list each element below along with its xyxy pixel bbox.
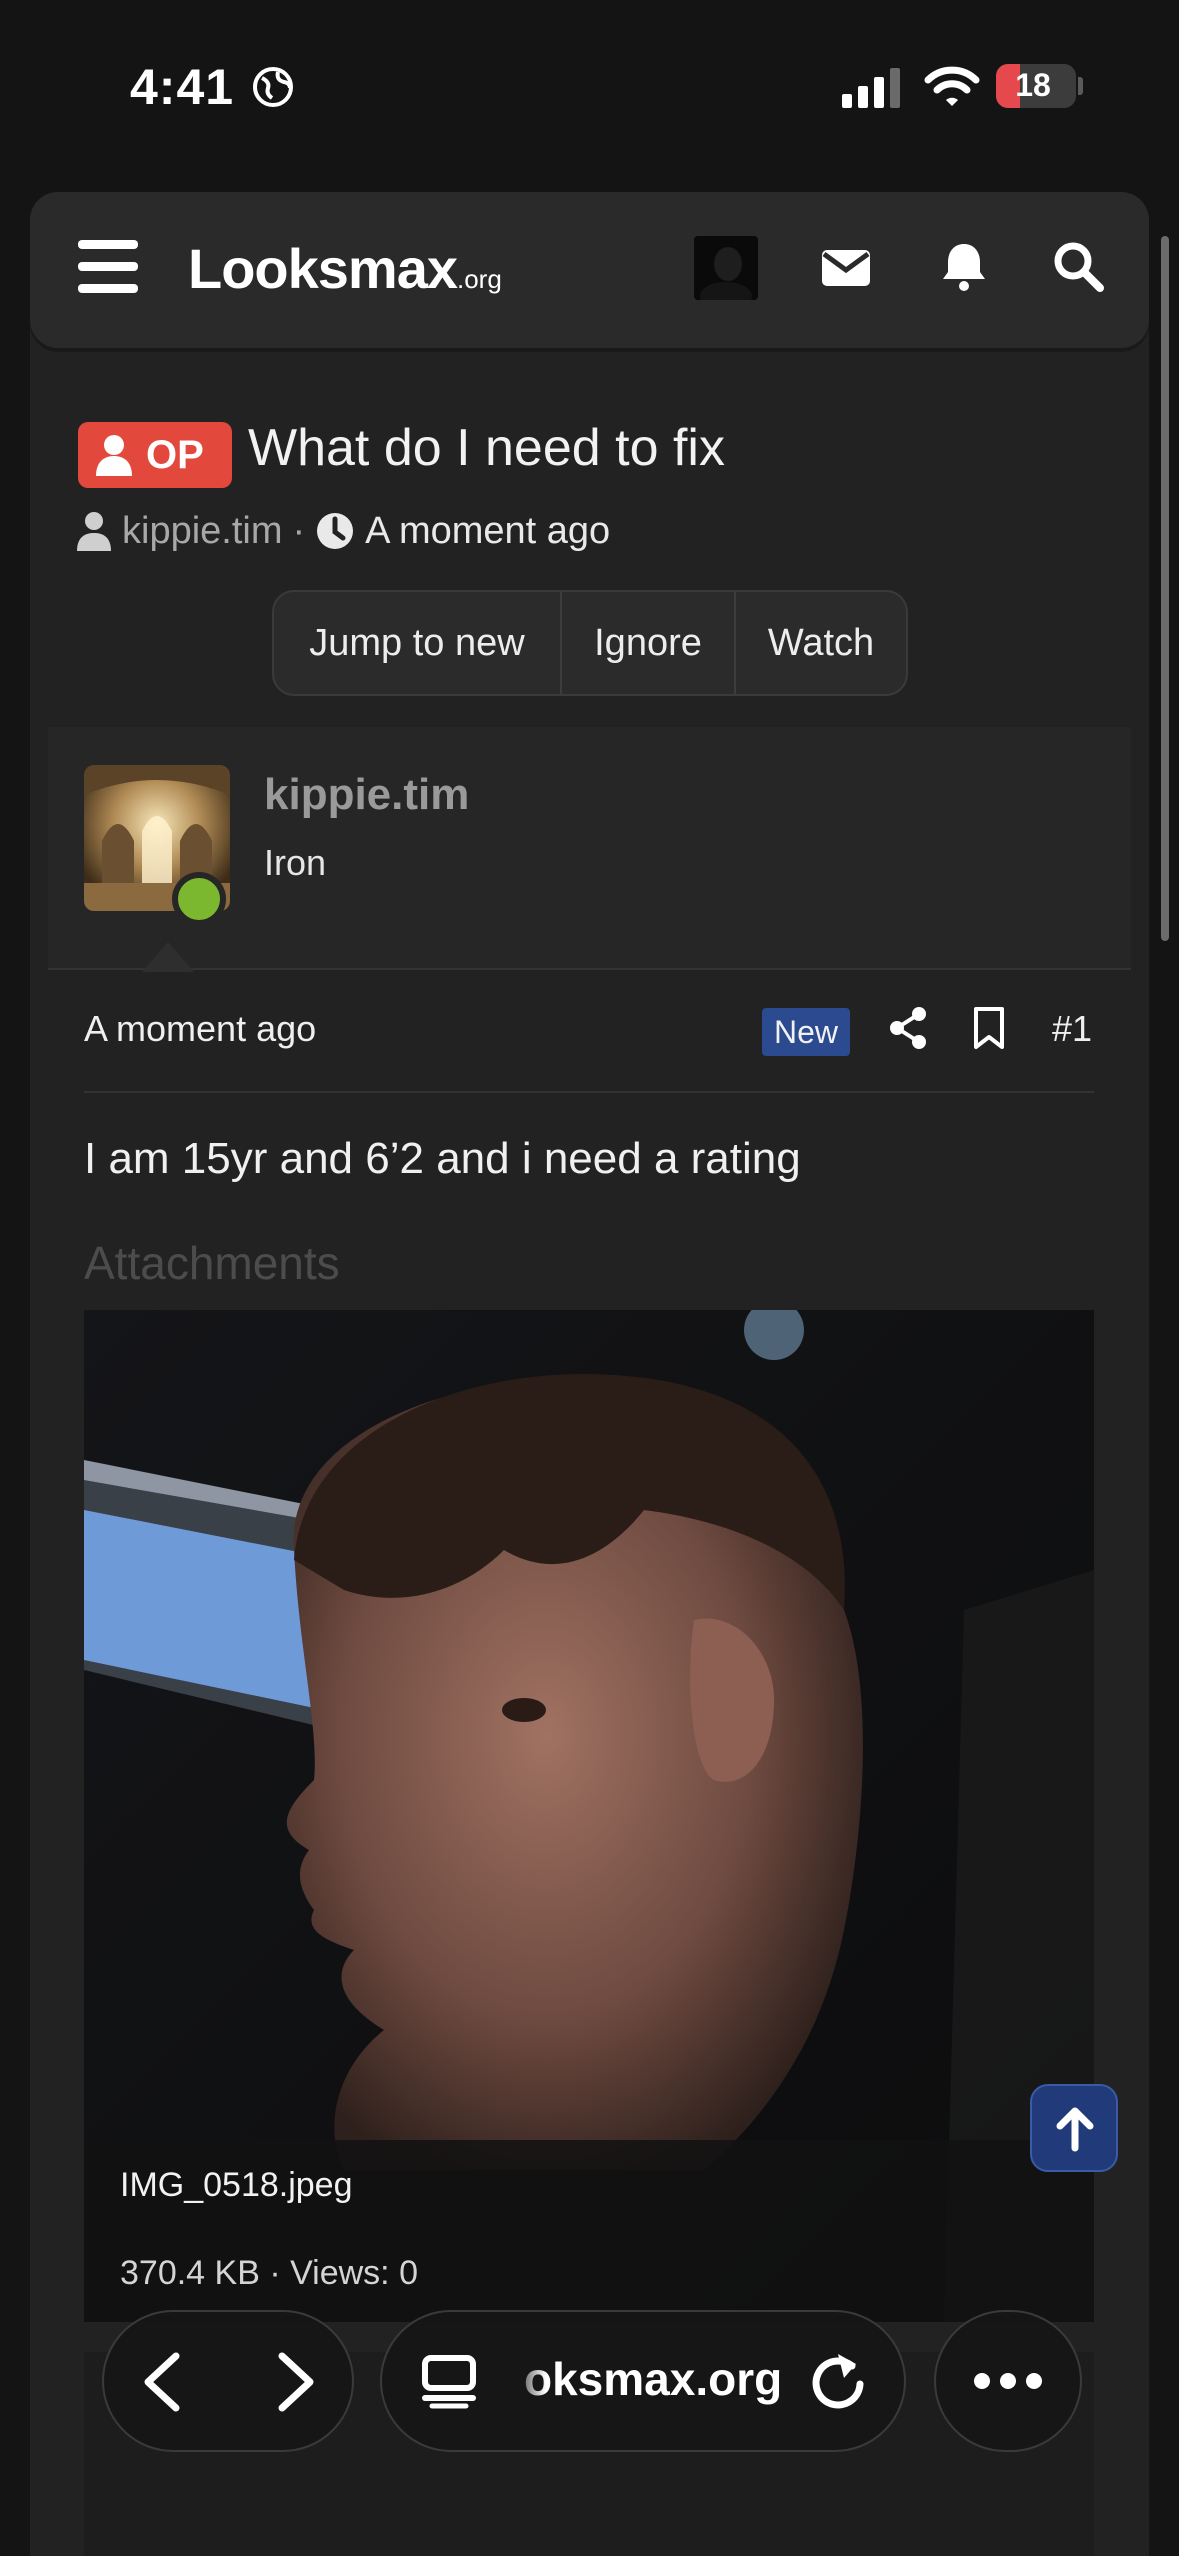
bell-icon[interactable] bbox=[936, 238, 992, 294]
url-text[interactable]: oksmax.org bbox=[524, 2352, 782, 2406]
ignore-button[interactable]: Ignore bbox=[562, 592, 736, 694]
attachment-image[interactable]: IMG_0518.jpeg 370.4 KB · Views: 0 bbox=[84, 1310, 1094, 2322]
post-divider bbox=[84, 1091, 1094, 1093]
arrow-up-icon bbox=[1056, 2107, 1094, 2152]
thread-author-link[interactable]: kippie.tim bbox=[122, 510, 283, 553]
status-time: 4:41 bbox=[130, 59, 235, 115]
attachment-filename[interactable]: IMG_0518.jpeg bbox=[120, 2166, 353, 2205]
url-fade bbox=[510, 2340, 546, 2420]
post-user-block bbox=[48, 727, 1131, 972]
site-logo[interactable]: Looksmax.org bbox=[188, 236, 502, 301]
battery-level: 18 bbox=[1015, 67, 1051, 103]
scroll-to-top-button[interactable] bbox=[1030, 2084, 1118, 2172]
wifi-icon bbox=[924, 66, 980, 106]
avatar-image bbox=[694, 236, 758, 300]
battery-indicator: 18 bbox=[996, 64, 1076, 108]
post-username[interactable]: kippie.tim bbox=[264, 770, 469, 820]
status-bar: 4:41 18 bbox=[0, 0, 1179, 175]
thread-action-buttons: Jump to new Ignore Watch bbox=[272, 590, 908, 696]
thread-title: What do I need to fix bbox=[248, 419, 725, 477]
envelope-icon[interactable] bbox=[818, 240, 874, 296]
attachments-heading: Attachments bbox=[84, 1237, 340, 1289]
post-number-link[interactable]: #1 bbox=[1052, 1008, 1092, 1050]
page-scrollbar[interactable] bbox=[1161, 236, 1169, 941]
bookmark-icon[interactable] bbox=[972, 1006, 1006, 1050]
search-icon[interactable] bbox=[1050, 238, 1106, 294]
post-user-title: Iron bbox=[264, 842, 327, 883]
post-body-text: I am 15yr and 6’2 and i need a rating bbox=[84, 1134, 801, 1183]
globe-icon bbox=[253, 67, 293, 107]
clock-icon bbox=[317, 513, 354, 549]
tabs-icon[interactable] bbox=[420, 2354, 478, 2410]
user-icon bbox=[77, 512, 111, 551]
back-chevron-icon[interactable] bbox=[138, 2350, 186, 2414]
op-badge: OP bbox=[78, 422, 232, 488]
account-avatar[interactable] bbox=[694, 236, 758, 300]
online-status-dot bbox=[172, 872, 226, 926]
jump-to-new-button[interactable]: Jump to new bbox=[274, 592, 562, 694]
watch-button[interactable]: Watch bbox=[736, 592, 906, 694]
forward-chevron-icon[interactable] bbox=[272, 2350, 320, 2414]
user-icon bbox=[96, 435, 132, 476]
new-badge: New bbox=[762, 1008, 850, 1056]
post-date[interactable]: A moment ago bbox=[84, 1008, 316, 1050]
battery-nub bbox=[1078, 77, 1083, 95]
attachment-caption: IMG_0518.jpeg 370.4 KB · Views: 0 bbox=[84, 2140, 1094, 2322]
hamburger-menu-icon[interactable] bbox=[78, 240, 138, 294]
attachment-info: 370.4 KB · Views: 0 bbox=[120, 2254, 418, 2292]
message-pointer bbox=[142, 942, 194, 972]
more-options-icon[interactable] bbox=[970, 2366, 1046, 2396]
thread-meta: kippie.tim · A moment ago bbox=[76, 506, 610, 556]
site-header: Looksmax.org bbox=[30, 192, 1149, 348]
thread-time: A moment ago bbox=[365, 509, 611, 552]
reload-icon[interactable] bbox=[808, 2350, 868, 2414]
cellular-signal-icon bbox=[842, 68, 900, 108]
share-icon[interactable] bbox=[888, 1006, 928, 1050]
